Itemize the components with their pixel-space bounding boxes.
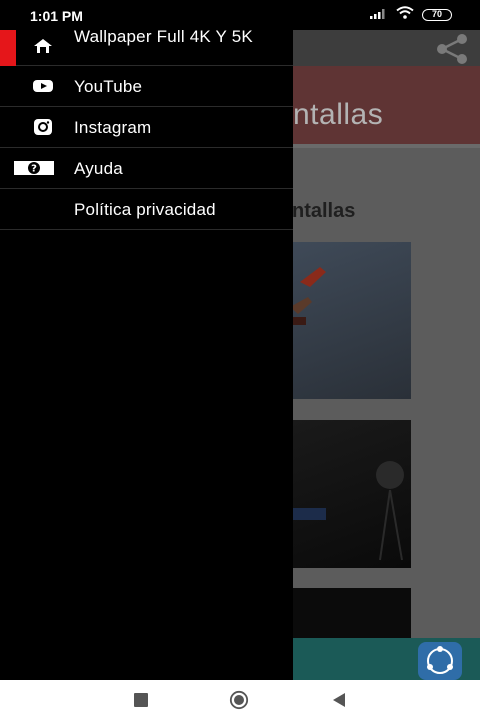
share-icon[interactable] xyxy=(434,33,470,65)
signal-icon xyxy=(370,6,388,24)
drawer-item-help[interactable]: ? Ayuda xyxy=(0,148,293,189)
banner-text: ntallas xyxy=(293,98,384,131)
wifi-icon xyxy=(396,6,414,24)
ad-banner[interactable] xyxy=(290,638,480,680)
drawer-item-label: Ayuda xyxy=(74,159,123,178)
drawer-item-label: Wallpaper Full 4K Y 5K xyxy=(74,27,253,46)
drawer-item-home[interactable]: Wallpaper Full 4K Y 5K xyxy=(0,27,293,66)
navigation-drawer: Wallpaper Full 4K Y 5K YouTube Instagram xyxy=(0,0,293,680)
status-time: 1:01 PM xyxy=(30,8,83,24)
status-bar: 1:01 PM 70 xyxy=(0,0,480,30)
wallpaper-thumbnail[interactable] xyxy=(290,420,411,568)
help-icon: ? xyxy=(14,160,54,176)
drawer-item-label: Instagram xyxy=(74,118,152,137)
battery-indicator: 70 xyxy=(422,9,452,21)
status-icons: 70 xyxy=(370,6,452,24)
home-circle-icon[interactable] xyxy=(229,690,249,710)
svg-text:?: ? xyxy=(31,164,37,175)
drawer-item-instagram[interactable]: Instagram xyxy=(0,107,293,148)
recents-icon[interactable] xyxy=(131,690,151,710)
drawer-menu: Wallpaper Full 4K Y 5K YouTube Instagram xyxy=(0,27,293,230)
back-icon[interactable] xyxy=(329,690,349,710)
drawer-item-label: YouTube xyxy=(74,77,143,96)
share-app-icon[interactable] xyxy=(418,642,462,680)
instagram-icon xyxy=(32,119,54,135)
home-icon xyxy=(32,38,54,54)
active-indicator xyxy=(0,30,16,66)
drawer-item-youtube[interactable]: YouTube xyxy=(0,66,293,107)
youtube-icon xyxy=(32,78,54,94)
drawer-item-privacy-policy[interactable]: Política privacidad xyxy=(0,189,293,230)
section-title: ntallas xyxy=(292,200,356,222)
system-nav-bar xyxy=(0,680,480,720)
wallpaper-thumbnail[interactable] xyxy=(290,242,411,399)
drawer-item-label: Política privacidad xyxy=(74,200,216,219)
